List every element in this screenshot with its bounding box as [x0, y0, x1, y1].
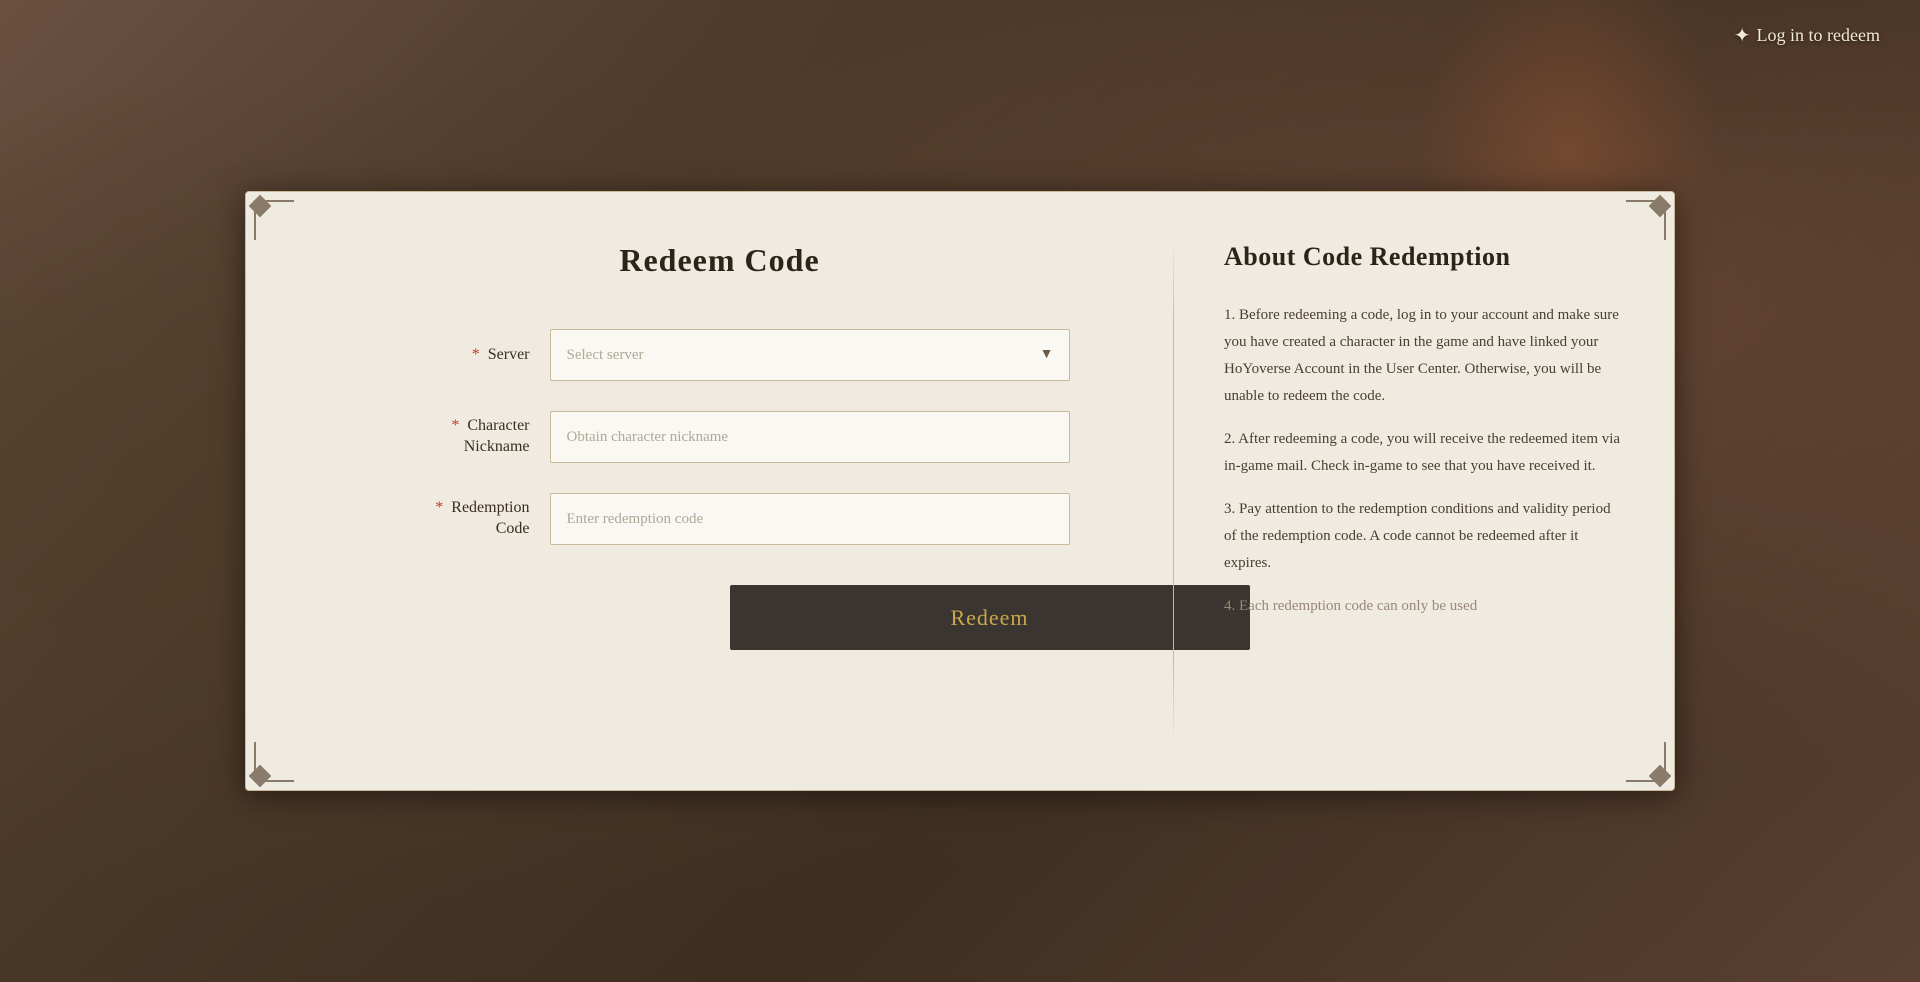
corner-border-tr — [1626, 200, 1666, 240]
redeem-button-wrapper: Redeem — [370, 575, 1070, 650]
redemption-code-input[interactable] — [550, 493, 1070, 545]
info-section: About Code Redemption 1. Before redeemin… — [1174, 192, 1674, 790]
top-bar: ✦ Log in to redeem — [0, 0, 1920, 70]
nickname-required-star: * — [451, 417, 459, 434]
server-select-wrapper: Select server ▼ — [550, 329, 1070, 381]
star-icon: ✦ — [1734, 23, 1751, 48]
form-title: Redeem Code — [619, 242, 819, 279]
server-select[interactable]: Select server — [550, 329, 1070, 381]
corner-border-br — [1626, 742, 1666, 782]
redeem-button[interactable]: Redeem — [730, 585, 1250, 650]
form-section: Redeem Code * Server Select server ▼ * — [246, 192, 1173, 790]
login-link[interactable]: ✦ Log in to redeem — [1734, 23, 1880, 48]
info-title: About Code Redemption — [1224, 242, 1624, 272]
server-required-star: * — [472, 346, 480, 363]
corner-border-bl — [254, 742, 294, 782]
nickname-label: * CharacterNickname — [370, 416, 530, 458]
info-text: 1. Before redeeming a code, log in to yo… — [1224, 302, 1624, 620]
corner-border-tl — [254, 200, 294, 240]
nickname-input[interactable] — [550, 411, 1070, 463]
server-label: * Server — [370, 345, 530, 366]
info-item-4: 4. Each redemption code can only be used — [1224, 593, 1624, 620]
code-label: * RedemptionCode — [370, 498, 530, 540]
info-item-2: 2. After redeeming a code, you will rece… — [1224, 426, 1624, 480]
main-panel: Redeem Code * Server Select server ▼ * — [245, 191, 1675, 791]
login-label[interactable]: Log in to redeem — [1757, 25, 1880, 46]
form-fields: * Server Select server ▼ * CharacterNick… — [370, 329, 1070, 575]
code-field-row: * RedemptionCode — [370, 493, 1070, 545]
code-required-star: * — [435, 499, 443, 516]
server-field-row: * Server Select server ▼ — [370, 329, 1070, 381]
info-item-3: 3. Pay attention to the redemption condi… — [1224, 496, 1624, 577]
nickname-field-row: * CharacterNickname — [370, 411, 1070, 463]
info-item-1: 1. Before redeeming a code, log in to yo… — [1224, 302, 1624, 410]
